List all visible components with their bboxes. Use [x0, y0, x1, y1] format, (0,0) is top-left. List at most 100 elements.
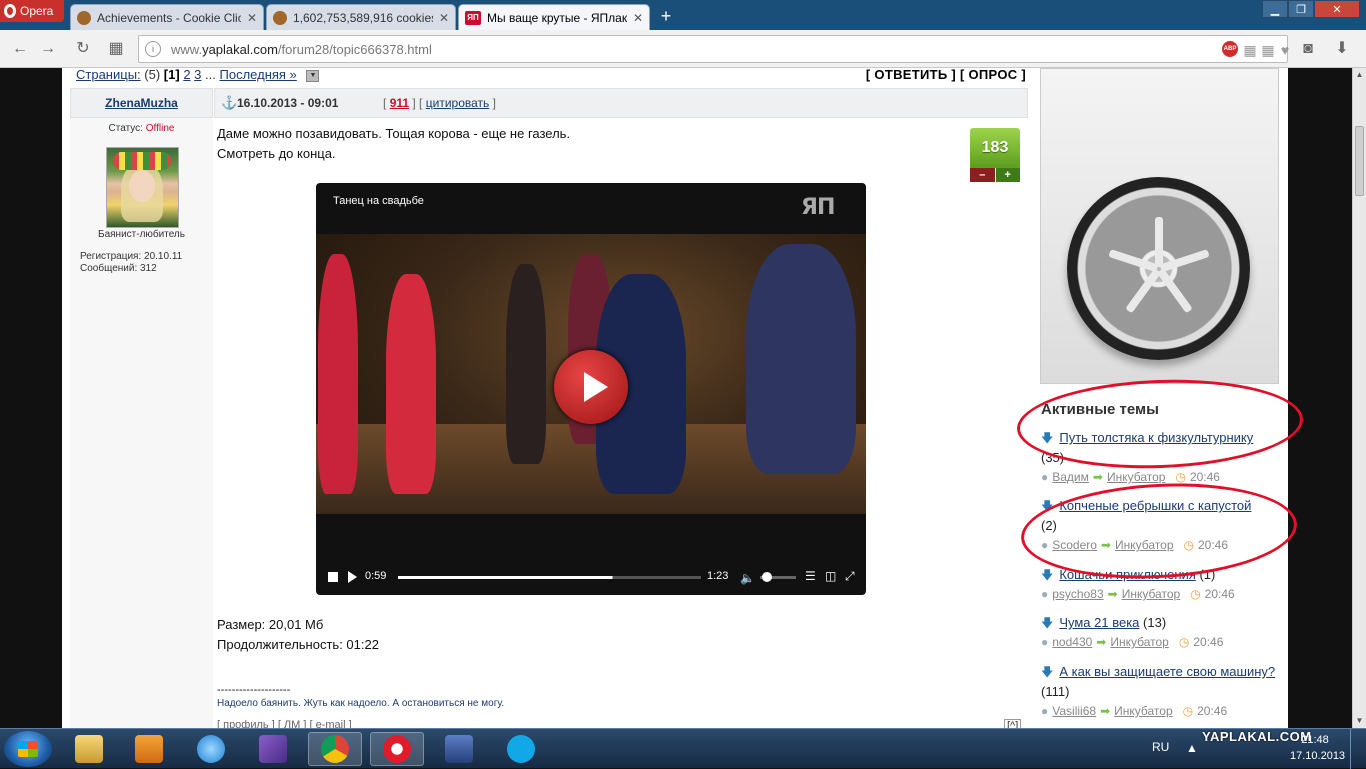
- opera-menu-button[interactable]: Opera: [0, 0, 64, 22]
- skype-taskbar-button[interactable]: [494, 732, 548, 766]
- playlist-icon[interactable]: ☰: [805, 569, 816, 583]
- status-badge: Offline: [145, 123, 175, 134]
- reload-icon[interactable]: ↻: [73, 39, 93, 59]
- folder-icon: [75, 735, 103, 763]
- wheel-image: [1067, 177, 1250, 360]
- message-count: Сообщений: 312: [80, 263, 157, 274]
- go-arrow-icon: ➡: [1100, 704, 1111, 718]
- floppy-icon: [445, 735, 473, 763]
- fullscreen-icon[interactable]: ⤢: [845, 569, 855, 584]
- yap-icon: ЯП: [465, 10, 481, 25]
- sidebar: Активные темы 🡇 Путь толстяка к физкульту…: [1015, 68, 1305, 728]
- save-taskbar-button[interactable]: [432, 732, 486, 766]
- stash-icon[interactable]: ◙: [1298, 39, 1318, 59]
- karma-count: 183: [970, 128, 1020, 168]
- page-scrollbar[interactable]: ▲ ▼: [1352, 68, 1366, 728]
- visual-studio-icon: [259, 735, 287, 763]
- close-tab-icon[interactable]: ✕: [439, 11, 449, 25]
- avatar[interactable]: [106, 147, 179, 228]
- signature: -------------------- Надоело баянить. Жу…: [217, 684, 505, 709]
- play-icon[interactable]: [348, 571, 357, 583]
- media-icon: [135, 735, 163, 763]
- tab-cookies[interactable]: 1,602,753,589,916 cookies - Cookie Click…: [266, 4, 456, 30]
- scroll-top-button[interactable]: [^]: [1004, 719, 1022, 728]
- reply-poll-buttons[interactable]: [ ОТВЕТИТЬ ] [ ОПРОС ]: [866, 68, 1026, 82]
- karma-plus-button[interactable]: +: [995, 168, 1020, 182]
- scroll-down-icon[interactable]: ▼: [1353, 714, 1366, 728]
- window-icon[interactable]: ◫: [825, 569, 836, 583]
- video-player[interactable]: Танец на свадьбе ЯП 0:59 1:23 🔈 ☰ ◫ ⤢: [316, 183, 866, 595]
- video-controls: 0:59 1:23 🔈 ☰ ◫ ⤢: [316, 563, 866, 591]
- new-tab-button[interactable]: +: [656, 6, 676, 26]
- maximize-button[interactable]: ❐: [1288, 0, 1314, 18]
- dropdown-icon[interactable]: ▼: [306, 69, 320, 82]
- video-frame[interactable]: [316, 234, 866, 514]
- site-info-icon[interactable]: i: [145, 41, 161, 57]
- page-link-3[interactable]: 3: [194, 68, 201, 82]
- author-panel: Статус: Offline Баянист-любитель Регистр…: [70, 118, 213, 728]
- video-duration: Продолжительность: 01:22: [217, 637, 379, 652]
- close-tab-icon[interactable]: ✕: [247, 11, 257, 25]
- ad-banner[interactable]: [1040, 68, 1279, 384]
- seek-bar[interactable]: [398, 576, 701, 579]
- show-desktop-button[interactable]: [1350, 729, 1366, 769]
- tab-achievements[interactable]: Achievements - Cookie Clicker ✕: [70, 4, 264, 30]
- explorer-taskbar-button[interactable]: [62, 732, 116, 766]
- last-page-link[interactable]: Последняя »: [220, 68, 297, 82]
- minimize-button[interactable]: ▁: [1262, 0, 1288, 18]
- current-time: 0:59: [365, 570, 387, 582]
- karma-minus-button[interactable]: –: [970, 168, 995, 182]
- heart-icon[interactable]: ♥: [1277, 42, 1293, 58]
- video-meta: Размер: 20,01 Мб Продолжительность: 01:2…: [217, 615, 379, 655]
- grid-icon[interactable]: ▦: [1260, 42, 1276, 58]
- volume-slider[interactable]: [760, 572, 796, 582]
- arrow-down-icon: 🡇: [1041, 665, 1054, 679]
- scrollbar-thumb[interactable]: [1355, 126, 1364, 196]
- arrow-down-icon: 🡇: [1041, 616, 1054, 630]
- play-overlay-button[interactable]: [554, 350, 628, 424]
- tab-bar: Opera Achievements - Cookie Clicker ✕ 1,…: [0, 0, 1366, 30]
- author-header: ZhenaMuzha: [70, 88, 213, 118]
- profile-links[interactable]: [ профиль ] [ ЛМ ] [ e-mail ]: [217, 719, 352, 728]
- back-icon[interactable]: ←: [10, 39, 30, 59]
- navigation-toolbar: ← → ↻ ▦ i www.yaplakal.com/forum28/topic…: [0, 30, 1366, 68]
- close-tab-icon[interactable]: ✕: [633, 11, 643, 25]
- pagination-bar: Страницы: (5) [1] 2 3 ... Последняя » ▼ …: [76, 68, 1026, 82]
- arrow-down-icon: 🡇: [1041, 568, 1054, 582]
- topic-item: 🡇 А как вы защищаете свою машину? (111): [1041, 664, 1276, 699]
- grid-icon[interactable]: ▦: [1242, 42, 1258, 58]
- language-indicator[interactable]: RU: [1152, 740, 1169, 754]
- adblock-icon[interactable]: ABP: [1222, 41, 1238, 57]
- post-rating[interactable]: 911: [390, 96, 409, 110]
- post-header: ⚓ 16.10.2013 - 09:01 [ 911 ] [ цитироват…: [214, 88, 1028, 118]
- user-icon: ●: [1041, 635, 1049, 649]
- media-player-taskbar-button[interactable]: [122, 732, 176, 766]
- pages-link[interactable]: Страницы:: [76, 68, 141, 82]
- chrome-taskbar-button[interactable]: [308, 732, 362, 766]
- system-clock[interactable]: 21:48 17.10.2013: [1290, 732, 1345, 764]
- video-logo: ЯП: [801, 195, 835, 220]
- ie-taskbar-button[interactable]: [184, 732, 238, 766]
- page-link-2[interactable]: 2: [183, 68, 190, 82]
- start-button[interactable]: [4, 731, 52, 767]
- download-icon[interactable]: ⬇: [1332, 39, 1352, 59]
- opera-icon: [383, 735, 411, 763]
- stop-icon[interactable]: [328, 572, 338, 582]
- tray-arrow-icon[interactable]: ▲: [1186, 741, 1198, 755]
- opera-taskbar-button[interactable]: [370, 732, 424, 766]
- visual-studio-taskbar-button[interactable]: [246, 732, 300, 766]
- url-text[interactable]: www.yaplakal.com/forum28/topic666378.htm…: [171, 42, 432, 57]
- close-window-button[interactable]: ✕: [1314, 0, 1360, 18]
- volume-icon[interactable]: 🔈: [740, 571, 755, 585]
- address-bar[interactable]: i www.yaplakal.com/forum28/topic666378.h…: [138, 35, 1289, 63]
- speed-dial-icon[interactable]: ▦: [106, 39, 126, 59]
- scroll-up-icon[interactable]: ▲: [1353, 68, 1366, 82]
- author-name[interactable]: ZhenaMuzha: [105, 96, 178, 110]
- tab-yaplakal[interactable]: ЯП Мы ваще крутые - ЯПлакалъ ✕: [458, 4, 650, 30]
- ie-icon: [197, 735, 225, 763]
- user-icon: ●: [1041, 587, 1049, 601]
- clock-icon: ◷: [1182, 704, 1194, 718]
- quote-link[interactable]: цитировать: [426, 96, 490, 110]
- anchor-icon[interactable]: ⚓: [221, 95, 237, 111]
- forward-icon[interactable]: →: [38, 39, 58, 59]
